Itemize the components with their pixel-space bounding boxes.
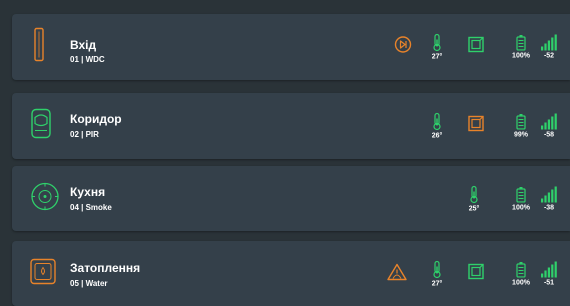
battery-stat: 99% — [508, 114, 534, 139]
motion-sensor-icon — [30, 108, 52, 144]
thermometer-icon — [470, 185, 478, 203]
device-name: Вхід — [70, 38, 97, 52]
battery-value: 100% — [512, 52, 530, 60]
signal-value: -52 — [543, 52, 555, 60]
temperature-stat: 27° — [424, 260, 450, 287]
device-name: Коридор — [70, 112, 122, 126]
signal-stat: -58 — [536, 113, 562, 139]
device-name: Кухня — [70, 185, 106, 199]
device-name: Затоплення — [70, 261, 141, 275]
device-subtitle: 01 | WDC — [70, 55, 105, 64]
temperature-stat: 27° — [424, 33, 450, 61]
signal-value: -51 — [543, 279, 555, 286]
signal-value: -38 — [543, 204, 555, 211]
signal-stat: -51 — [536, 261, 562, 286]
alarm-triangle-icon — [386, 262, 408, 285]
signal-strength-icon — [541, 186, 557, 202]
temperature-value: 25° — [468, 205, 480, 212]
battery-stat: 100% — [508, 35, 534, 60]
battery-icon — [516, 35, 526, 51]
tamper-icon — [468, 36, 484, 58]
device-subtitle: 04 | Smoke — [70, 203, 112, 212]
device-subtitle: 02 | PIR — [70, 130, 99, 139]
device-list: Вхід 01 | WDC 27° 100% -52 Коридор 02 | … — [0, 0, 570, 306]
signal-stat: -52 — [536, 34, 562, 60]
tamper-icon — [468, 115, 484, 137]
temperature-value: 26° — [431, 132, 443, 140]
battery-icon — [516, 261, 526, 277]
door-contact-icon — [30, 27, 48, 67]
water-leak-sensor-icon — [30, 258, 56, 289]
tamper-icon — [468, 263, 484, 284]
device-subtitle: 05 | Water — [70, 279, 108, 288]
battery-value: 99% — [513, 131, 528, 139]
temperature-stat: 26° — [424, 112, 450, 140]
signal-strength-icon — [541, 34, 557, 51]
signal-strength-icon — [541, 261, 557, 277]
battery-value: 100% — [512, 204, 530, 211]
battery-stat: 100% — [508, 261, 534, 286]
battery-value: 100% — [512, 279, 530, 286]
thermometer-icon — [433, 33, 441, 52]
device-card[interactable]: Коридор 02 | PIR 26° 99% -58 — [12, 93, 570, 159]
battery-icon — [516, 186, 526, 202]
thermometer-icon — [433, 112, 441, 131]
battery-stat: 100% — [508, 186, 534, 211]
signal-stat: -38 — [536, 186, 562, 211]
temperature-stat: 25° — [461, 185, 487, 212]
temperature-value: 27° — [431, 280, 443, 287]
smoke-detector-icon — [30, 181, 60, 216]
signal-strength-icon — [541, 113, 557, 130]
thermometer-icon — [433, 260, 441, 278]
device-card[interactable]: Кухня 04 | Smoke 25° 100% -38 — [12, 166, 570, 231]
battery-icon — [516, 114, 526, 130]
device-card[interactable]: Вхід 01 | WDC 27° 100% -52 — [12, 14, 570, 80]
signal-value: -58 — [543, 131, 555, 139]
device-card[interactable]: Затоплення 05 | Water 27° 100% -51 — [12, 241, 570, 306]
dnd-icon — [394, 36, 412, 59]
temperature-value: 27° — [431, 53, 443, 61]
